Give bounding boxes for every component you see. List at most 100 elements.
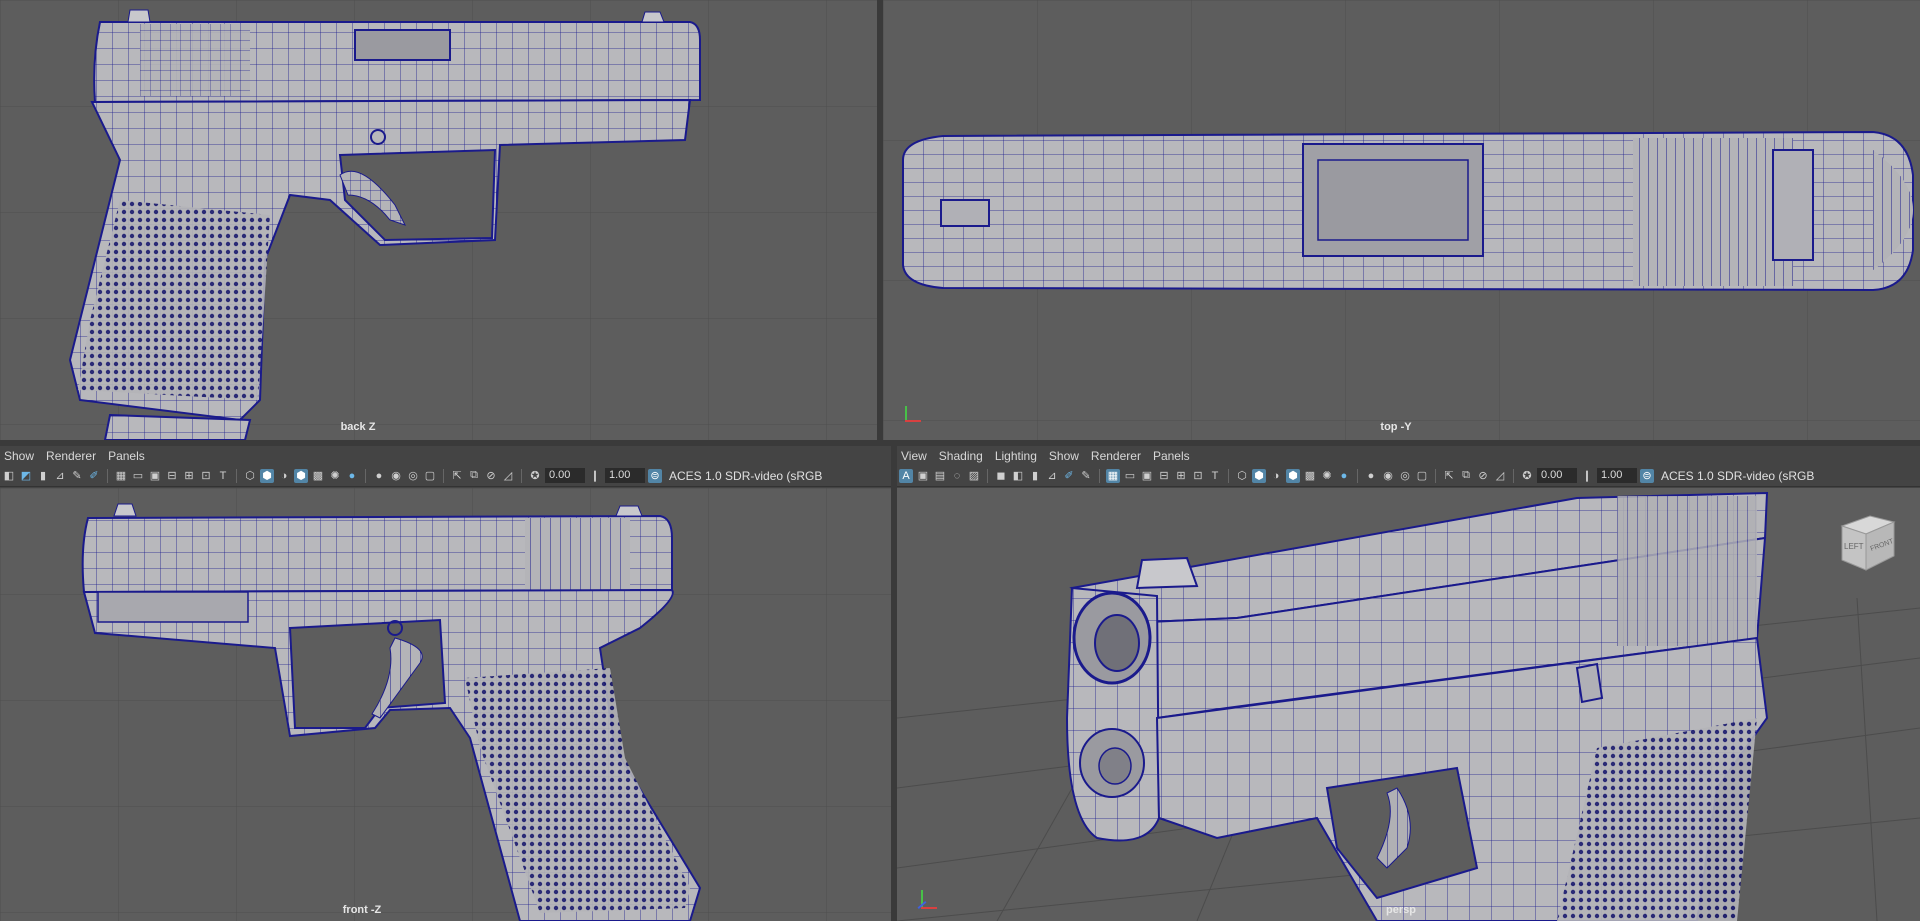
gate-mask-icon[interactable]: ⊟ [165,469,179,483]
bookmark-icon[interactable]: ▮ [1028,469,1042,483]
anti-aliasing-icon[interactable]: ◎ [406,469,420,483]
wireframe-on-shaded-icon[interactable]: ⬢ [1286,468,1300,483]
shadows-icon[interactable]: ● [345,469,359,483]
film-gate-icon[interactable]: ▭ [131,469,145,483]
menu-lighting[interactable]: Lighting [995,449,1037,463]
pan-zoom-icon[interactable]: ⊿ [1045,469,1059,483]
bookmark-icon[interactable]: ▮ [36,469,50,483]
viewport-top[interactable]: top -Y [883,0,1920,440]
anti-aliasing-icon[interactable]: ◎ [1398,469,1412,483]
right-panel-toolbar: A ▣ ▤ ◌ ▨ ◼ ◧ ▮ ⊿ ✐ ✎ ▦ ▭ ▣ ⊟ ⊞ ⊡ T ⬡ ⬢ … [897,465,1920,487]
image-plane-icon[interactable]: ◧ [1011,469,1025,483]
view-cube[interactable]: LEFT FRONT [1832,508,1896,572]
menu-show[interactable]: Show [1049,449,1079,463]
screen-space-ao-icon[interactable]: ● [372,469,386,483]
viewport-divider-top[interactable] [877,0,883,440]
exposure-icon[interactable]: ✪ [528,469,542,483]
textured-icon[interactable]: ▩ [1303,469,1317,483]
resolution-gate-icon[interactable]: ▣ [1140,469,1154,483]
backface-culling-icon[interactable]: ◿ [501,469,515,483]
textured-icon[interactable]: ▩ [311,469,325,483]
wireframe-on-shaded-icon[interactable]: ⬢ [294,468,308,483]
select-camera-icon[interactable]: A [899,468,913,483]
toolbar-separator [987,468,988,483]
exposure-field[interactable] [545,468,585,483]
color-space-label[interactable]: ACES 1.0 SDR-video (sRGB [669,469,822,483]
gamma-icon[interactable]: ❙ [588,469,602,483]
menu-renderer[interactable]: Renderer [46,449,96,463]
shadows-icon[interactable]: ● [1337,469,1351,483]
grid-icon[interactable]: ▦ [1106,468,1120,483]
safe-title-icon[interactable]: T [1208,469,1222,483]
isolate-select-icon[interactable]: ⇱ [1442,469,1456,483]
video-camera-icon[interactable]: ◼ [994,469,1008,483]
resolution-gate-icon[interactable]: ▣ [148,469,162,483]
xray-icon[interactable]: ⧉ [1459,469,1473,483]
top-view-canvas [883,0,1920,440]
gate-mask-icon[interactable]: ⊟ [1157,469,1171,483]
lights-icon[interactable]: ✺ [328,469,342,483]
image-plane-icon[interactable]: ⊿ [53,469,67,483]
viewport-label-top: top -Y [1380,421,1412,433]
menu-panels[interactable]: Panels [108,449,145,463]
xray-icon[interactable]: ⧉ [467,469,481,483]
viewport-front[interactable]: front -Z [0,488,891,921]
safe-action-icon[interactable]: ⊡ [1191,469,1205,483]
bookmark-icon[interactable]: ▨ [967,469,981,483]
backface-culling-icon[interactable]: ◿ [1493,469,1507,483]
color-space-label[interactable]: ACES 1.0 SDR-video (sRGB [1661,469,1814,483]
lights-icon[interactable]: ✺ [1320,469,1334,483]
gamma-icon[interactable]: ❙ [1580,469,1594,483]
menu-shading[interactable]: Shading [939,449,983,463]
pen-icon[interactable]: ✎ [70,469,84,483]
right-panel-menubar: View Shading Lighting Show Renderer Pane… [897,446,1920,466]
left-panel-menubar: Show Renderer Panels [0,446,891,466]
paint-icon[interactable]: ✐ [87,469,101,483]
safe-title-icon[interactable]: T [216,469,230,483]
gamma-field[interactable] [605,468,645,483]
exposure-field[interactable] [1537,468,1577,483]
gamma-field[interactable] [1597,468,1637,483]
toolbar-separator [1435,468,1436,483]
menu-renderer[interactable]: Renderer [1091,449,1141,463]
smooth-shade-icon[interactable]: ⬢ [260,468,274,483]
lock-camera-icon[interactable]: ▤ [933,469,947,483]
field-chart-icon[interactable]: ⊞ [1174,469,1188,483]
menu-view[interactable]: View [901,449,927,463]
depth-of-field-icon[interactable]: ▢ [423,469,437,483]
grid-icon[interactable]: ▦ [114,469,128,483]
depth-of-field-icon[interactable]: ▢ [1415,469,1429,483]
axis-gizmo-top [903,404,923,424]
menu-panels[interactable]: Panels [1153,449,1190,463]
camera-icon[interactable]: ◧ [2,469,16,483]
exposure-icon[interactable]: ✪ [1520,469,1534,483]
default-material-icon[interactable]: ◑ [277,469,291,483]
film-gate-icon[interactable]: ▭ [1123,469,1137,483]
camera-attributes-icon[interactable]: ◩ [19,469,33,483]
wireframe-icon[interactable]: ⬡ [243,469,257,483]
default-material-icon[interactable]: ◑ [1269,469,1283,483]
color-management-icon[interactable]: ⊜ [1640,468,1654,483]
motion-blur-icon[interactable]: ◉ [389,469,403,483]
viewport-persp[interactable]: LEFT FRONT persp [897,488,1920,921]
toolbar-separator [1228,468,1229,483]
viewport-back[interactable]: back Z [0,0,877,440]
back-view-canvas [0,0,877,440]
field-chart-icon[interactable]: ⊞ [182,469,196,483]
camera-icon[interactable]: ▣ [916,469,930,483]
camera-attributes-icon[interactable]: ◌ [950,469,964,483]
view-cube-left-label: LEFT [1844,542,1864,551]
pen-icon[interactable]: ✎ [1079,469,1093,483]
safe-action-icon[interactable]: ⊡ [199,469,213,483]
grease-pencil-icon[interactable]: ✐ [1062,469,1076,483]
motion-blur-icon[interactable]: ◉ [1381,469,1395,483]
xray-joints-icon[interactable]: ⊘ [1476,469,1490,483]
screen-space-ao-icon[interactable]: ● [1364,469,1378,483]
color-management-icon[interactable]: ⊜ [648,468,662,483]
xray-joints-icon[interactable]: ⊘ [484,469,498,483]
wireframe-icon[interactable]: ⬡ [1235,469,1249,483]
smooth-shade-icon[interactable]: ⬢ [1252,468,1266,483]
persp-view-canvas [897,488,1920,921]
menu-show[interactable]: Show [4,449,34,463]
isolate-select-icon[interactable]: ⇱ [450,469,464,483]
